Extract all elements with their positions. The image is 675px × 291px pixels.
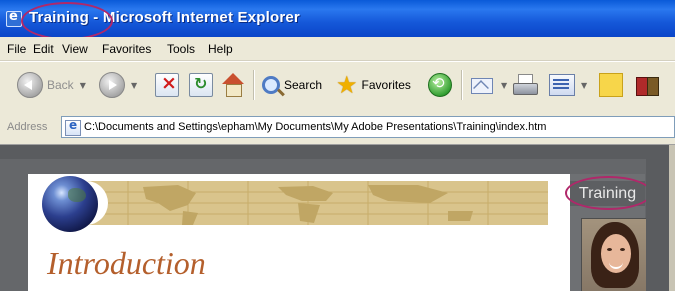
globe-logo [42, 176, 98, 232]
stop-icon [155, 72, 179, 97]
research-books-icon [636, 74, 659, 96]
edit-dropdown-icon[interactable]: ▼ [581, 81, 587, 90]
globe-landmass [68, 188, 86, 202]
back-arrow-icon [17, 72, 43, 98]
browser-window: Training - Microsoft Internet Explorer F… [0, 0, 675, 291]
menu-edit[interactable]: Edit [33, 42, 54, 56]
presenter-eye [607, 248, 612, 251]
page-heading: Introduction [47, 245, 206, 281]
standard-toolbar: Back ▼ ▼ Search ★ Favorites [0, 61, 675, 109]
page-viewport: Introduction Training [0, 145, 675, 291]
world-map-graphic [88, 181, 548, 225]
presenter-photo [581, 218, 649, 291]
discuss-button[interactable] [599, 69, 623, 101]
menu-tools[interactable]: Tools [167, 42, 195, 56]
menu-file[interactable]: File [7, 42, 26, 56]
address-input[interactable]: C:\Documents and Settings\epham\My Docum… [61, 116, 675, 138]
sidebar-highlight-ring [565, 176, 652, 210]
page-icon [65, 118, 81, 136]
window-title-app: Microsoft Internet Explorer [102, 9, 300, 26]
favorites-button[interactable]: ★ Favorites [336, 69, 411, 101]
mail-icon [471, 75, 495, 95]
home-button[interactable] [221, 69, 245, 101]
search-icon [262, 76, 280, 94]
note-icon [599, 73, 623, 97]
menu-bar: File Edit View Favorites Tools Help [0, 37, 675, 61]
history-icon [428, 73, 452, 97]
refresh-button[interactable] [189, 69, 213, 101]
forward-arrow-icon [99, 72, 125, 98]
edit-page-icon [549, 74, 575, 96]
printer-icon [513, 74, 538, 96]
menu-view[interactable]: View [62, 42, 88, 56]
forward-button[interactable]: ▼ [99, 69, 137, 101]
forward-dropdown-icon[interactable]: ▼ [131, 81, 137, 90]
menu-favorites[interactable]: Favorites [102, 42, 151, 56]
address-url: C:\Documents and Settings\epham\My Docum… [84, 121, 547, 133]
toolbar-separator [253, 70, 255, 100]
right-edge [646, 145, 675, 291]
history-button[interactable] [428, 69, 452, 101]
mail-button[interactable]: ▼ [471, 69, 507, 101]
favorites-button-label: Favorites [361, 78, 411, 92]
favorites-star-icon: ★ [336, 71, 358, 99]
address-bar: Address C:\Documents and Settings\epham\… [0, 108, 675, 145]
search-button[interactable]: Search [262, 69, 322, 101]
title-highlight-ring [21, 2, 113, 40]
back-button-label: Back [47, 78, 74, 92]
stop-button[interactable] [155, 69, 179, 101]
world-map-banner [28, 181, 548, 225]
menu-help[interactable]: Help [208, 42, 233, 56]
title-bar[interactable]: Training - Microsoft Internet Explorer [0, 0, 675, 40]
print-button[interactable] [513, 69, 538, 101]
content-panel: Introduction [28, 174, 573, 291]
mail-dropdown-icon[interactable]: ▼ [501, 81, 507, 90]
search-button-label: Search [284, 78, 323, 92]
internet-explorer-icon [6, 9, 22, 27]
page-top-strip [0, 145, 675, 159]
address-label: Address [7, 121, 48, 133]
back-button[interactable]: Back ▼ [17, 69, 86, 101]
research-button[interactable] [636, 69, 659, 101]
presenter-eye [620, 248, 625, 251]
back-dropdown-icon[interactable]: ▼ [80, 81, 86, 90]
toolbar-separator [461, 70, 463, 100]
home-icon [221, 73, 245, 97]
refresh-icon [189, 73, 213, 97]
edit-button[interactable]: ▼ [549, 69, 587, 101]
